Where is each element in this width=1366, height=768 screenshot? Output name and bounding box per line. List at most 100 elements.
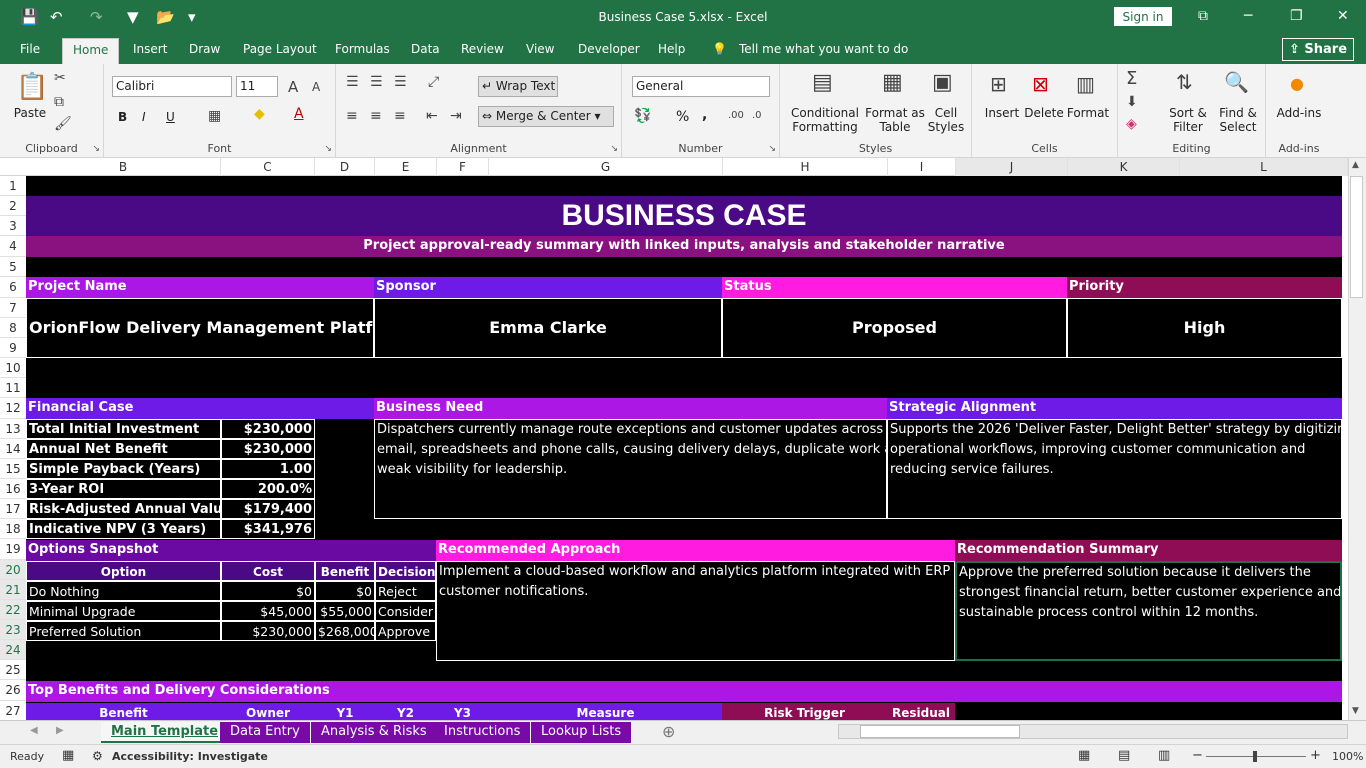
- decrease-decimal-icon[interactable]: .0: [752, 110, 762, 121]
- increase-decimal-icon[interactable]: .00: [728, 110, 744, 121]
- row-header[interactable]: 15: [0, 459, 26, 479]
- number-format-select[interactable]: General: [632, 76, 770, 97]
- options-snapshot-header[interactable]: Options Snapshot: [26, 540, 436, 561]
- row-header[interactable]: 4: [0, 236, 26, 257]
- r27-risk-trigger[interactable]: Risk Trigger: [722, 703, 887, 720]
- financial-label[interactable]: Risk-Adjusted Annual Value: [26, 499, 221, 519]
- option-column-header[interactable]: Option: [26, 561, 221, 581]
- financial-value[interactable]: $230,000: [221, 419, 315, 439]
- dialog-launcher-icon[interactable]: ↘: [92, 144, 100, 154]
- tab-formulas[interactable]: Formulas: [335, 42, 390, 56]
- row-header[interactable]: 9: [0, 338, 26, 358]
- project-name-header[interactable]: Project Name: [26, 277, 374, 298]
- conditional-formatting-button[interactable]: Conditional Formatting: [786, 106, 864, 134]
- row-header[interactable]: 25: [0, 660, 26, 680]
- dialog-launcher-icon[interactable]: ↘: [324, 144, 332, 154]
- close-icon[interactable]: ✕: [1337, 8, 1349, 24]
- next-sheet-icon[interactable]: ▶: [56, 725, 64, 736]
- format-painter-icon[interactable]: 🖌: [54, 116, 72, 132]
- row-header[interactable]: 1: [0, 176, 26, 196]
- option-cost-cell[interactable]: $230,000: [221, 621, 315, 641]
- column-header[interactable]: K: [1068, 158, 1180, 176]
- scroll-up-icon[interactable]: ▲: [1352, 160, 1359, 170]
- option-benefit-cell[interactable]: $268,000: [315, 621, 375, 641]
- priority-value[interactable]: High: [1067, 298, 1342, 358]
- align-left-icon[interactable]: ≡: [346, 108, 358, 124]
- autosum-icon[interactable]: Σ: [1126, 68, 1137, 89]
- cell-styles-icon[interactable]: ▣: [932, 70, 953, 95]
- r27-owner[interactable]: Owner: [221, 703, 315, 720]
- currency-icon[interactable]: 💱: [634, 108, 651, 124]
- tab-page-layout[interactable]: Page Layout: [243, 42, 317, 56]
- financial-value[interactable]: $230,000: [221, 439, 315, 459]
- page-layout-view-icon[interactable]: ▤: [1118, 748, 1130, 763]
- cost-column-header[interactable]: Cost: [221, 561, 315, 581]
- option-decision-cell[interactable]: Reject: [375, 581, 436, 601]
- r27-benefit[interactable]: Benefit: [26, 703, 221, 720]
- financial-value[interactable]: $179,400: [221, 499, 315, 519]
- decision-column-header[interactable]: Decision: [375, 561, 436, 581]
- status-header[interactable]: Status: [722, 277, 1067, 298]
- conditional-formatting-icon[interactable]: ▤: [812, 70, 833, 95]
- option-option-cell[interactable]: Do Nothing: [26, 581, 221, 601]
- sort-filter-icon[interactable]: ⇅: [1176, 70, 1193, 94]
- column-header[interactable]: H: [723, 158, 888, 176]
- recommendation-summary-header[interactable]: Recommendation Summary: [955, 540, 1342, 561]
- worksheet-grid[interactable]: BUSINESS CASE Project approval-ready sum…: [26, 176, 1342, 720]
- row-header[interactable]: 10: [0, 358, 26, 378]
- recommendation-summary-box[interactable]: Approve the preferred solution because i…: [955, 561, 1342, 661]
- horizontal-scroll-thumb[interactable]: [860, 725, 1020, 738]
- business-need-box[interactable]: Dispatchers currently manage route excep…: [374, 419, 887, 519]
- addins-icon[interactable]: ●: [1290, 74, 1304, 93]
- delete-cells-icon[interactable]: ⊠: [1032, 72, 1049, 96]
- add-sheet-icon[interactable]: ⊕: [662, 722, 675, 741]
- paste-icon[interactable]: 📋: [16, 72, 48, 102]
- option-benefit-cell[interactable]: $0: [315, 581, 375, 601]
- tell-me-search[interactable]: Tell me what you want to do: [739, 42, 908, 56]
- row-header[interactable]: 5: [0, 257, 26, 277]
- row-header[interactable]: 14: [0, 439, 26, 459]
- insert-cells-button[interactable]: Insert: [982, 106, 1022, 120]
- row-header[interactable]: 17: [0, 499, 26, 519]
- financial-label[interactable]: Total Initial Investment: [26, 419, 221, 439]
- merge-center-button[interactable]: ⇔ Merge & Center ▾: [478, 106, 614, 127]
- format-cells-icon[interactable]: ▥: [1076, 72, 1095, 96]
- financial-label[interactable]: 3-Year ROI: [26, 479, 221, 499]
- row-header[interactable]: 7: [0, 298, 26, 318]
- align-right-icon[interactable]: ≡: [394, 108, 406, 124]
- row-header[interactable]: 18: [0, 519, 26, 539]
- row-header[interactable]: 3: [0, 216, 26, 236]
- sheet-tab-analysis-risks[interactable]: Analysis & Risks: [311, 722, 438, 743]
- bold-button[interactable]: B: [118, 110, 127, 124]
- orientation-icon[interactable]: ⤢: [428, 74, 439, 90]
- tab-data[interactable]: Data: [411, 42, 440, 56]
- share-button[interactable]: ⇪ Share ▾: [1282, 38, 1354, 78]
- row-header[interactable]: 24: [0, 640, 26, 660]
- business-need-header[interactable]: Business Need: [374, 398, 887, 419]
- zoom-slider-thumb[interactable]: [1253, 751, 1257, 762]
- strategic-alignment-header[interactable]: Strategic Alignment: [887, 398, 1342, 419]
- column-header[interactable]: B: [26, 158, 221, 176]
- increase-indent-icon[interactable]: ⇥: [450, 108, 462, 124]
- prev-sheet-icon[interactable]: ◀: [30, 725, 38, 736]
- r27-y1[interactable]: Y1: [315, 703, 375, 720]
- option-decision-cell[interactable]: Approve: [375, 621, 436, 641]
- tab-home[interactable]: Home: [62, 38, 120, 64]
- row-header[interactable]: 11: [0, 378, 26, 398]
- benefit-column-header[interactable]: Benefit: [315, 561, 375, 581]
- find-select-button[interactable]: Find & Select: [1214, 106, 1262, 134]
- financial-value[interactable]: 1.00: [221, 459, 315, 479]
- r27-y2[interactable]: Y2: [375, 703, 436, 720]
- column-header[interactable]: D: [315, 158, 375, 176]
- option-decision-cell[interactable]: Consider: [375, 601, 436, 621]
- financial-label[interactable]: Indicative NPV (3 Years): [26, 519, 221, 539]
- column-header[interactable]: C: [221, 158, 315, 176]
- align-center-icon[interactable]: ≡: [370, 108, 382, 124]
- column-header[interactable]: G: [489, 158, 723, 176]
- row-header[interactable]: 6: [0, 277, 26, 298]
- increase-font-icon[interactable]: A: [288, 78, 298, 96]
- cut-icon[interactable]: ✂: [54, 70, 66, 86]
- option-cost-cell[interactable]: $0: [221, 581, 315, 601]
- bottom-align-icon[interactable]: ☰: [394, 74, 407, 90]
- r27-residual[interactable]: Residual: [887, 703, 955, 720]
